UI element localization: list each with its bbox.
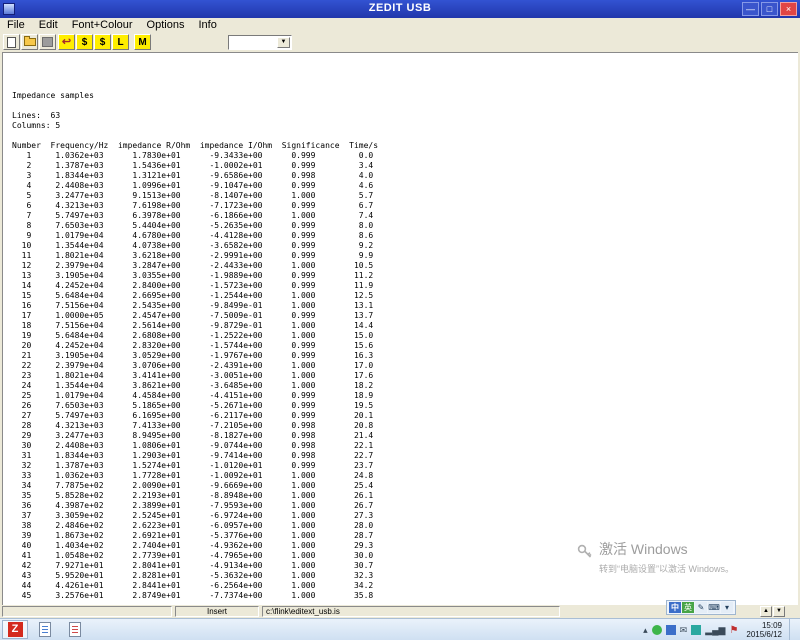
taskbar-app-zedit[interactable]: Z: [2, 620, 28, 639]
show-desktop-button[interactable]: [789, 619, 794, 640]
new-file-button[interactable]: [3, 34, 20, 50]
desktop: ZEDIT USB — □ × File Edit Font+Colour Op…: [0, 0, 800, 640]
ime-pen-icon[interactable]: ✎: [695, 602, 707, 613]
tray-action-center-icon[interactable]: ⚑: [729, 625, 738, 636]
menu-font-colour[interactable]: Font+Colour: [65, 18, 140, 33]
status-panel-left: [2, 606, 172, 617]
clock-date: 2015/6/12: [746, 630, 782, 639]
menu-file[interactable]: File: [0, 18, 32, 33]
maximize-button[interactable]: □: [761, 2, 778, 16]
system-tray: ▴ ✉ ▂▄▆ ⚑ 15:09 2015/6/12: [643, 619, 794, 640]
undo-icon: ↩: [61, 36, 72, 48]
clock-time: 15:09: [761, 621, 782, 630]
title-bar[interactable]: ZEDIT USB — □ ×: [0, 0, 800, 18]
ime-language-bar: 中 英 ✎ ⌨ ▾: [666, 600, 736, 615]
watermark-title: 激活 Windows: [599, 541, 688, 557]
tray-mail-icon[interactable]: ✉: [680, 625, 688, 636]
tray-security-icon[interactable]: [651, 625, 662, 635]
ime-options-icon[interactable]: ▾: [721, 602, 733, 613]
close-button[interactable]: ×: [780, 2, 797, 16]
menu-edit[interactable]: Edit: [32, 18, 65, 33]
watermark-subtitle: 转到“电脑设置”以激活 Windows。: [599, 564, 735, 574]
scroll-down-button[interactable]: ▼: [773, 606, 785, 617]
taskbar-apps: Z: [2, 620, 88, 639]
combobox-dropdown-icon[interactable]: ▼: [277, 37, 290, 48]
key-icon: [577, 544, 592, 558]
new-document-icon: [7, 36, 16, 48]
ime-chinese-icon[interactable]: 中: [669, 602, 681, 613]
toolbar: ↩ $ $ L M ▼: [0, 33, 800, 52]
open-folder-icon: [23, 36, 36, 46]
taskbar-app-doc-blue[interactable]: [32, 620, 58, 639]
m-button[interactable]: M: [134, 34, 151, 50]
dollar-button-2[interactable]: $: [94, 34, 111, 50]
tray-network-icon[interactable]: ▂▄▆: [705, 625, 725, 636]
tray-messenger-icon[interactable]: [665, 625, 676, 635]
minimize-button[interactable]: —: [742, 2, 759, 16]
ime-keyboard-icon[interactable]: ⌨: [708, 602, 720, 613]
document-blue-icon: [39, 622, 51, 637]
document-text[interactable]: Impedance samples Lines: 63 Columns: 5 N…: [12, 91, 378, 601]
l-button[interactable]: L: [112, 34, 129, 50]
menu-bar: File Edit Font+Colour Options Info: [0, 18, 800, 33]
undo-button[interactable]: ↩: [58, 34, 75, 50]
activate-windows-watermark: 激活 Windows 转到“电脑设置”以激活 Windows。: [577, 539, 734, 575]
menu-info[interactable]: Info: [191, 18, 223, 33]
zedit-app-icon: Z: [7, 622, 23, 637]
save-file-button[interactable]: [39, 34, 56, 50]
toolbar-combobox[interactable]: ▼: [228, 35, 292, 50]
caption-buttons: — □ ×: [742, 2, 797, 16]
taskbar-clock[interactable]: 15:09 2015/6/12: [746, 621, 782, 639]
ime-mode-icon[interactable]: 英: [682, 602, 694, 613]
insert-mode-indicator: Insert: [175, 606, 259, 617]
hidden-icons-chevron-icon[interactable]: ▴: [643, 625, 648, 636]
dollar-button-1[interactable]: $: [76, 34, 93, 50]
editor-area[interactable]: Impedance samples Lines: 63 Columns: 5 N…: [2, 52, 798, 605]
open-file-button[interactable]: [21, 34, 38, 50]
menu-options[interactable]: Options: [140, 18, 192, 33]
file-path-indicator: c:\flink\editext_usb.is: [262, 606, 560, 617]
document-red-icon: [69, 622, 81, 637]
save-icon: [42, 37, 53, 47]
taskbar-app-doc-red[interactable]: [62, 620, 88, 639]
tray-update-icon[interactable]: [691, 625, 702, 635]
scroll-up-button[interactable]: ▲: [760, 606, 772, 617]
taskbar: Z ▴ ✉ ▂▄▆ ⚑ 15:09 2015/6/12: [0, 618, 800, 640]
window-title: ZEDIT USB: [368, 2, 432, 14]
